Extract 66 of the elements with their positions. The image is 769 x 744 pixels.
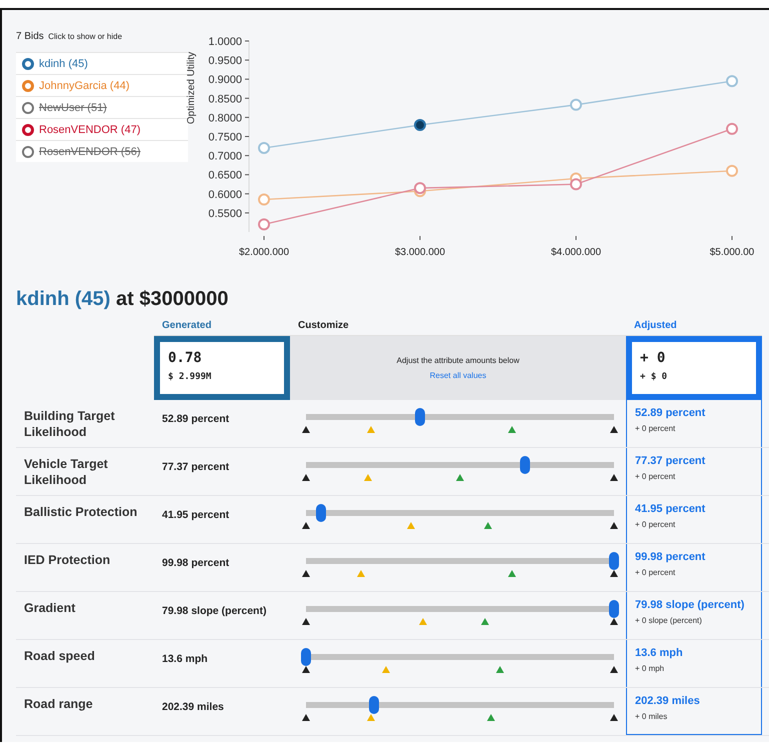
attribute-label: Ballistic Protection — [24, 504, 138, 520]
adjusted-value: 52.89 percent — [635, 407, 706, 419]
adjusted-delta: + 0 percent — [635, 568, 676, 577]
adjusted-value: 41.95 percent — [635, 503, 706, 515]
legend-item[interactable]: RosenVENDOR (56) — [16, 140, 188, 162]
data-point[interactable] — [414, 119, 426, 132]
adjusted-value: 202.39 miles — [635, 695, 700, 707]
attribute-label: Road speed — [24, 648, 96, 664]
generated-value: 202.39 miles — [162, 701, 224, 713]
adjusted-delta: + 0 slope (percent) — [635, 616, 702, 625]
generated-value: 79.98 slope (percent) — [162, 605, 266, 617]
y-tick-label: 0.7500 — [208, 132, 242, 144]
adjusted-value: 77.37 percent — [635, 455, 706, 467]
legend-hint: Click to show or hide — [48, 32, 122, 41]
adjusted-value: 13.6 mph — [635, 647, 683, 659]
bidder-name: kdinh (45) — [16, 288, 110, 310]
generated-value: 77.37 percent — [162, 461, 230, 473]
slider-thumb[interactable] — [301, 648, 311, 666]
reset-link[interactable]: Reset all values — [430, 371, 486, 380]
adjusted-score-card: + 0 + $ 0 — [626, 336, 762, 400]
y-axis-title: Optimized Utility — [186, 52, 197, 124]
legend-title: 7 Bids — [16, 31, 44, 42]
column-header: Adjusted — [634, 320, 677, 331]
adjusted-delta: + 0 percent — [635, 472, 676, 481]
attribute-label: Gradient — [24, 600, 76, 616]
generated-value: 13.6 mph — [162, 653, 208, 665]
generated-value: 99.98 percent — [162, 557, 230, 569]
slider-thumb[interactable] — [368, 696, 379, 714]
adjusted-delta: + 0 percent — [635, 520, 676, 529]
y-tick-label: 0.5500 — [208, 208, 242, 220]
column-header: Generated — [162, 320, 212, 331]
y-tick-label: 0.8000 — [208, 112, 242, 124]
y-tick-label: 0.9000 — [208, 74, 242, 86]
bid-amount: at $3000000 — [116, 288, 228, 310]
adjusted-value: 99.98 percent — [635, 551, 706, 563]
slider-thumb[interactable] — [414, 408, 425, 426]
y-tick-label: 0.7000 — [208, 150, 242, 163]
adjusted-delta: + 0 percent — [635, 424, 676, 433]
customize-hint: Adjust the attribute amounts below — [396, 356, 520, 365]
attribute-label: Building Target Likelihood — [24, 408, 116, 440]
y-tick-label: 1.0000 — [208, 36, 242, 48]
attribute-label: Road range — [24, 696, 94, 712]
adjusted-value: 79.98 slope (percent) — [635, 599, 744, 611]
generated-value: 52.89 percent — [162, 413, 230, 425]
y-tick-label: 0.9500 — [208, 55, 242, 68]
attribute-label: Vehicle Target Likelihood — [24, 456, 109, 488]
x-tick-label: $2.000.000 — [238, 247, 290, 258]
attribute-label: IED Protection — [24, 552, 112, 568]
y-tick-label: 0.8500 — [208, 93, 242, 106]
x-tick-label: $3.000.000 — [394, 247, 446, 258]
x-tick-label: $5.000.00 — [710, 247, 754, 258]
legend-item[interactable]: NewUser (51) — [16, 96, 188, 118]
y-tick-label: 0.6500 — [208, 170, 242, 182]
adjusted-delta: + 0 miles — [635, 712, 668, 721]
legend-item[interactable]: RosenVENDOR (47) — [16, 118, 188, 140]
slider-thumb[interactable] — [609, 600, 619, 618]
slider-thumb[interactable] — [316, 504, 326, 522]
column-header: Customize — [298, 320, 349, 331]
slider-thumb[interactable] — [609, 552, 619, 570]
legend-item[interactable]: kdinh (45) — [16, 52, 188, 74]
adjusted-delta: + 0 mph — [635, 664, 664, 673]
y-tick-label: 0.6000 — [208, 188, 242, 201]
slider-thumb[interactable] — [520, 456, 530, 474]
x-tick-label: $4.000.000 — [550, 247, 602, 258]
generated-score-card: 0.78 $ 2.999M — [154, 336, 290, 400]
generated-value: 41.95 percent — [162, 509, 230, 521]
